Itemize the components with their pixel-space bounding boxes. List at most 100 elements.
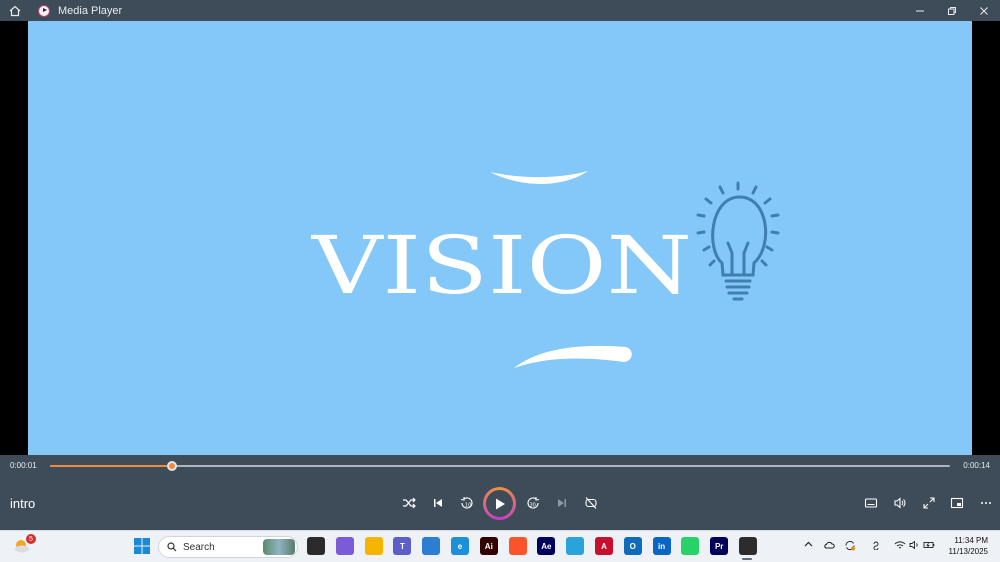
language-icon <box>873 541 879 551</box>
taskbar-app-after-effects[interactable]: Ae <box>537 537 556 555</box>
media-player-window: Media Player VISION 0:00:01 0:00:14 intr… <box>0 0 1000 562</box>
minimize-button[interactable] <box>904 0 936 21</box>
close-button[interactable] <box>968 0 1000 21</box>
svg-text:30: 30 <box>530 503 536 509</box>
clock-time: 11:34 PM <box>954 536 988 545</box>
seek-bar-area: 0:00:01 0:00:14 <box>0 455 1000 477</box>
skip-next-icon <box>558 499 566 507</box>
playback-controls: intro 10 30 <box>0 477 1000 530</box>
restore-icon <box>948 6 956 15</box>
seek-progress <box>50 465 173 467</box>
linkedin-icon: in <box>658 541 666 551</box>
bottom-swoosh <box>514 345 632 368</box>
forward-30-icon: 30 <box>527 497 540 509</box>
search-highlight-image <box>263 539 295 555</box>
home-icon <box>9 5 21 16</box>
media-player-app-icon <box>38 4 50 17</box>
taskbar-app-taskview[interactable] <box>307 537 325 555</box>
active-app-indicator <box>742 558 752 560</box>
close-icon <box>980 6 988 15</box>
show-hidden-icons[interactable] <box>804 540 813 552</box>
onedrive-tray[interactable] <box>823 540 835 553</box>
forward-30-button[interactable]: 30 <box>523 493 543 513</box>
volume-button[interactable] <box>890 493 910 513</box>
taskbar-app-teams[interactable]: T <box>393 537 412 555</box>
after-effects-icon: Ae <box>541 541 552 551</box>
rewind-10-icon: 10 <box>460 497 473 509</box>
search-placeholder: Search <box>183 541 215 553</box>
taskbar-app-edge[interactable]: e <box>451 537 469 555</box>
windows-taskbar: 5 Search Te Ai Ae A Oin Pr 11:34 PM 11/1… <box>0 530 1000 562</box>
taskbar-app-copilot[interactable] <box>335 537 354 555</box>
illustrator-icon: Ai <box>484 541 493 551</box>
play-icon <box>495 498 505 509</box>
media-title: intro <box>10 496 36 511</box>
total-time: 0:00:14 <box>963 461 990 470</box>
repeat-off-icon <box>585 497 597 509</box>
search-icon <box>167 542 177 552</box>
fullscreen-icon <box>923 497 935 509</box>
captions-button[interactable] <box>861 493 881 513</box>
shuffle-icon <box>403 497 416 509</box>
fullscreen-button[interactable] <box>919 493 939 513</box>
taskbar-app-illustrator[interactable]: Ai <box>479 537 498 555</box>
captions-icon <box>864 498 878 508</box>
taskbar-app-file-explorer[interactable] <box>364 537 383 555</box>
network-volume-tray[interactable] <box>894 540 935 553</box>
play-button-inner <box>486 490 513 517</box>
taskbar-app-brave[interactable] <box>508 537 527 555</box>
seek-track[interactable] <box>50 461 950 471</box>
taskbar-app-outlook[interactable]: O <box>623 537 642 555</box>
video-frame-graphic: VISION <box>311 171 780 368</box>
sync-tray[interactable] <box>844 540 856 554</box>
taskbar-app-acrobat[interactable]: A <box>595 537 613 555</box>
battery-icon <box>923 542 934 548</box>
teams-icon: T <box>399 541 405 551</box>
top-swoosh <box>490 171 588 185</box>
minimize-icon <box>916 10 924 11</box>
outlook-icon: O <box>629 541 636 551</box>
repeat-button[interactable] <box>581 493 601 513</box>
acrobat-icon: A <box>601 541 607 551</box>
video-canvas[interactable]: VISION <box>28 21 972 455</box>
svg-text:10: 10 <box>465 503 471 509</box>
edge-icon: e <box>457 541 463 551</box>
lightbulb-icon <box>696 181 780 301</box>
taskbar-app-linkedin[interactable]: in <box>652 537 671 555</box>
taskbar-app-premiere[interactable]: Pr <box>710 537 729 555</box>
language-tray[interactable] <box>872 540 880 553</box>
premiere-icon: Pr <box>714 541 724 551</box>
sync-icon <box>845 540 855 551</box>
system-clock[interactable]: 11:34 PM 11/13/2025 <box>949 535 988 557</box>
speaker-icon <box>909 540 918 550</box>
window-title: Media Player <box>58 4 123 17</box>
video-headline: VISION <box>311 219 692 312</box>
home-button[interactable] <box>0 0 30 21</box>
previous-button[interactable] <box>428 493 448 513</box>
taskbar-app-media-player[interactable] <box>739 537 757 555</box>
skip-previous-icon <box>434 499 442 507</box>
wifi-icon <box>894 541 906 549</box>
notification-badge: 5 <box>26 534 36 544</box>
taskbar-app-telegram[interactable] <box>566 537 585 555</box>
mini-player-button[interactable] <box>947 493 967 513</box>
current-time: 0:00:01 <box>10 461 37 470</box>
taskbar-search[interactable]: Search <box>158 536 298 558</box>
cloud-icon <box>824 541 835 549</box>
rewind-10-button[interactable]: 10 <box>457 493 477 513</box>
windows-logo-icon <box>134 538 150 554</box>
next-button[interactable] <box>552 493 572 513</box>
taskbar-app-whatsapp[interactable] <box>681 537 700 555</box>
restore-button[interactable] <box>936 0 968 21</box>
title-bar: Media Player <box>0 0 1000 21</box>
more-icon <box>981 502 991 504</box>
more-options-button[interactable] <box>976 493 996 513</box>
start-button[interactable] <box>133 537 151 555</box>
clock-date: 11/13/2025 <box>948 547 988 556</box>
weather-widget[interactable]: 5 <box>12 534 36 556</box>
volume-icon <box>894 497 906 509</box>
seek-thumb[interactable] <box>167 461 178 471</box>
play-button[interactable] <box>483 487 516 520</box>
shuffle-button[interactable] <box>399 493 419 513</box>
taskbar-app-store[interactable] <box>422 537 441 555</box>
